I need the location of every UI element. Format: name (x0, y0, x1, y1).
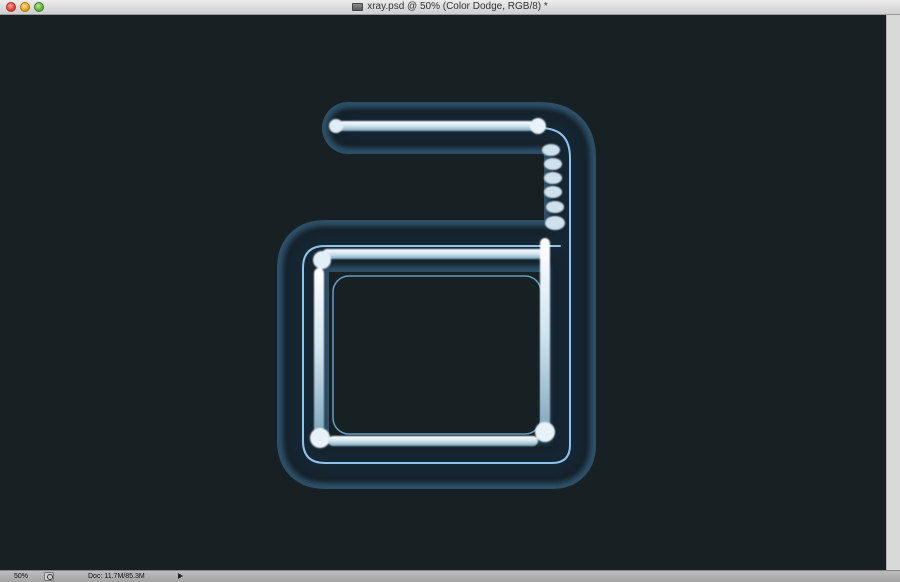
title-bar[interactable]: xray.psd @ 50% (Color Dodge, RGB/8) * (0, 0, 900, 15)
zoom-level-field[interactable]: 50% (14, 571, 28, 582)
bone-top-knob-right (530, 118, 546, 134)
counter-outline (332, 275, 542, 435)
bone-middle (322, 249, 544, 259)
bone-top-knob-left (329, 119, 343, 133)
bone-bottom (328, 436, 538, 446)
bone-right (540, 238, 550, 434)
play-arrow-icon[interactable] (178, 573, 183, 579)
vertical-scrollbar[interactable] (886, 15, 900, 570)
title-area: xray.psd @ 50% (Color Dodge, RGB/8) * (0, 0, 900, 14)
bone-left (314, 268, 324, 436)
window-title: xray.psd @ 50% (Color Dodge, RGB/8) * (367, 1, 548, 12)
bone-right-knob-bottom (535, 422, 555, 442)
photoshop-document-window: xray.psd @ 50% (Color Dodge, RGB/8) * 50… (0, 0, 900, 582)
xray-letter-a-artwork (277, 102, 596, 489)
bone-middle-knob-left (313, 251, 331, 269)
document-canvas[interactable] (0, 15, 886, 570)
status-bar: 50% Doc: 11.7M/85.3M (0, 570, 900, 582)
bone-left-knob-bottom (310, 428, 330, 448)
document-icon (352, 3, 364, 11)
status-cycle-icon[interactable] (44, 572, 54, 581)
document-size-info: Doc: 11.7M/85.3M (88, 573, 145, 580)
bone-top (336, 121, 536, 131)
